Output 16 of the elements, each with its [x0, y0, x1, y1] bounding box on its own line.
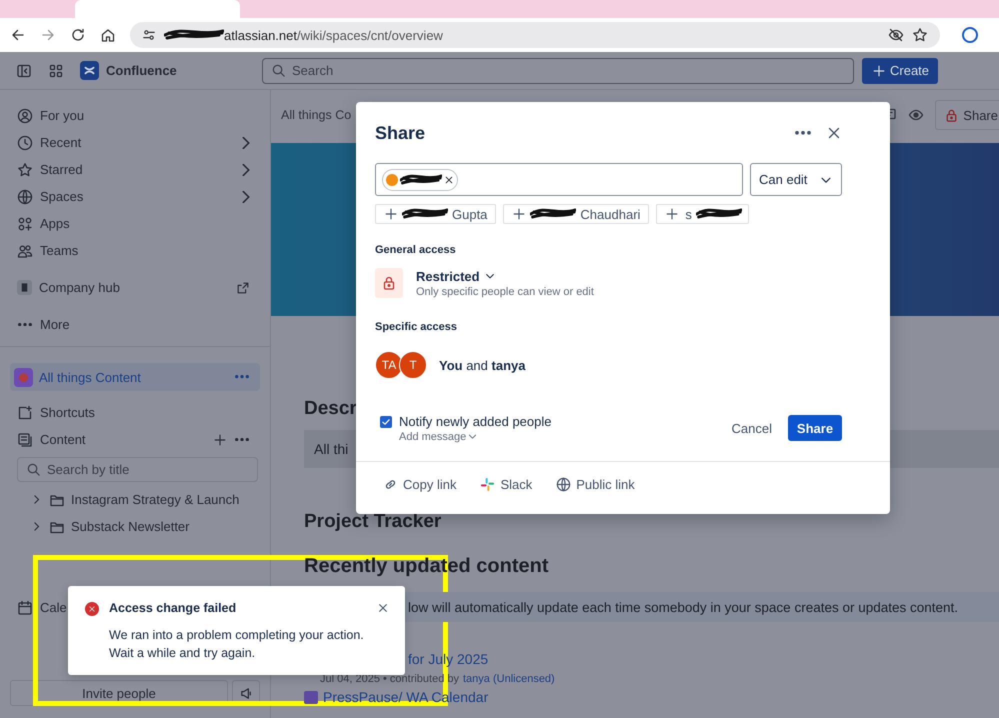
section-label: Specific access [375, 321, 458, 333]
section-heading: Descr [304, 398, 358, 420]
user-avatar: T [399, 351, 427, 379]
url-text: atlassian.net/wiki/spaces/cnt/overview [224, 28, 443, 42]
product-name: Confluence [106, 63, 178, 78]
user-avatar: TA [375, 351, 403, 379]
info-text: low will automatically update each time somebody in your space creates or updates content. [408, 600, 958, 614]
description-text: All thi [314, 441, 348, 457]
access-description: Only specific people can view or edit [416, 286, 594, 298]
toast-message: We ran into a problem completing your action. Wait a while and try again. [109, 627, 365, 662]
dialog-title: Share [375, 122, 426, 144]
access-summary: You and tanya [439, 358, 526, 372]
section-label: General access [375, 244, 457, 256]
toast-title: Access change failed [109, 601, 238, 615]
notify-label: Notify newly added people [399, 414, 552, 428]
section-heading: Project Tracker [304, 511, 442, 533]
